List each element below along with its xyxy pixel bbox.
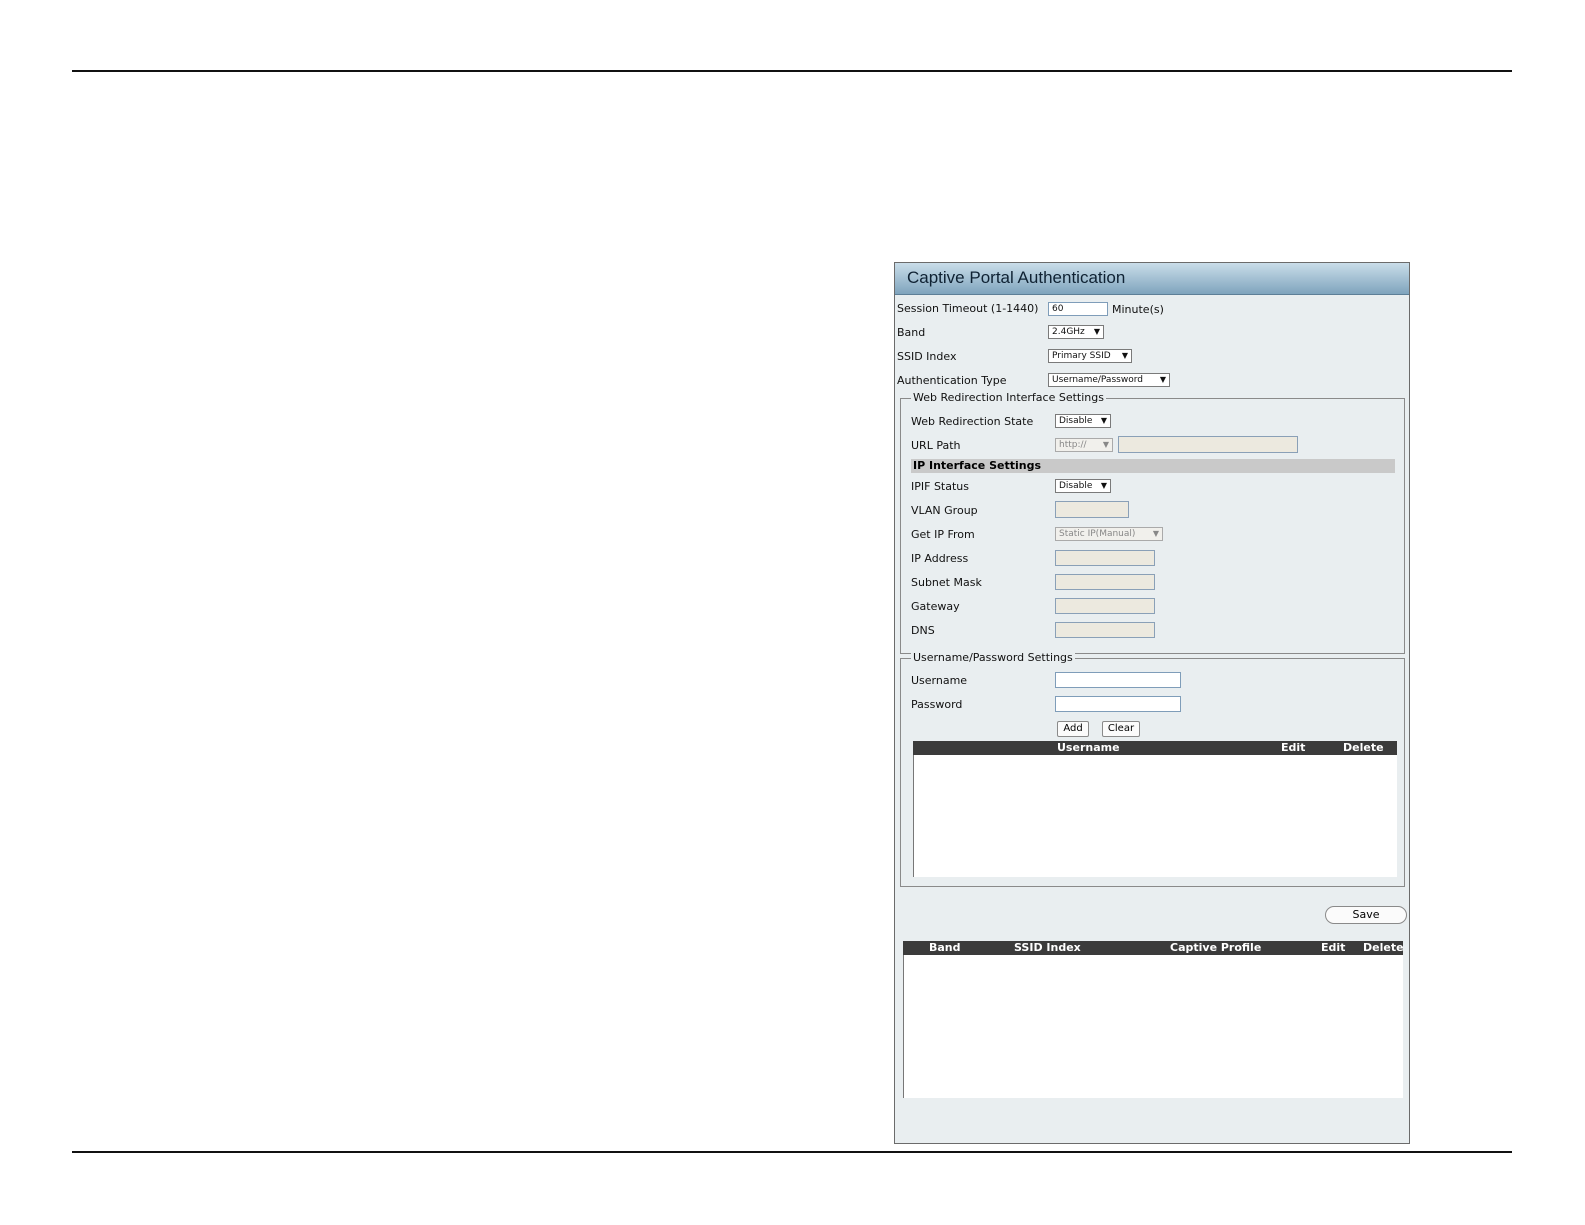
user-table-col-username: Username	[1057, 741, 1120, 754]
session-timeout-label: Session Timeout (1-1440)	[897, 302, 1039, 315]
web-redirection-state-select[interactable]: Disable ▼	[1055, 414, 1111, 428]
band-select-value: 2.4GHz	[1052, 327, 1085, 337]
url-path-label: URL Path	[911, 439, 961, 452]
auth-type-select-value: Username/Password	[1052, 375, 1143, 385]
caret-down-icon: ▼	[1093, 327, 1100, 336]
gateway-label: Gateway	[911, 600, 960, 613]
caret-down-icon: ▼	[1100, 416, 1107, 425]
ssid-index-select[interactable]: Primary SSID ▼	[1048, 349, 1132, 363]
ip-address-label: IP Address	[911, 552, 969, 565]
auth-type-label: Authentication Type	[897, 374, 1007, 387]
add-button[interactable]: Add	[1057, 721, 1089, 737]
vlan-group-label: VLAN Group	[911, 504, 978, 517]
user-table-header: Username Edit Delete	[913, 741, 1397, 755]
bottom-divider	[72, 1151, 1512, 1153]
ipif-status-value: Disable	[1059, 481, 1093, 491]
user-table-body	[913, 755, 1397, 877]
band-select[interactable]: 2.4GHz ▼	[1048, 325, 1104, 339]
url-path-input[interactable]	[1118, 436, 1298, 453]
ip-address-input[interactable]	[1055, 550, 1155, 566]
web-redirection-state-value: Disable	[1059, 416, 1093, 426]
clear-button[interactable]: Clear	[1102, 721, 1140, 737]
profile-table-col-band: Band	[929, 941, 961, 954]
profile-table-col-ssid-index: SSID Index	[1014, 941, 1081, 954]
caret-down-icon: ▼	[1102, 440, 1109, 449]
profile-table-col-edit: Edit	[1321, 941, 1346, 954]
gateway-input[interactable]	[1055, 598, 1155, 614]
dns-input[interactable]	[1055, 622, 1155, 638]
profile-table-col-delete: Delete	[1363, 941, 1404, 954]
username-label: Username	[911, 674, 968, 687]
auth-type-select[interactable]: Username/Password ▼	[1048, 373, 1170, 387]
captive-portal-panel: Captive Portal Authentication Session Ti…	[894, 262, 1410, 1144]
save-button[interactable]: Save	[1325, 906, 1407, 924]
subnet-mask-input[interactable]	[1055, 574, 1155, 590]
username-input[interactable]	[1055, 672, 1181, 688]
get-ip-from-select[interactable]: Static IP(Manual) ▼	[1055, 527, 1163, 541]
session-timeout-input[interactable]: 60	[1048, 302, 1108, 316]
panel-title: Captive Portal Authentication	[895, 263, 1409, 295]
ipif-status-label: IPIF Status	[911, 480, 969, 493]
subnet-mask-label: Subnet Mask	[911, 576, 982, 589]
userpass-fieldset: Username/Password Settings Username Pass…	[900, 651, 1405, 887]
user-table-col-edit: Edit	[1281, 741, 1306, 754]
band-label: Band	[897, 326, 926, 339]
top-divider	[72, 70, 1512, 72]
ssid-index-label: SSID Index	[897, 350, 957, 363]
profile-table-col-captive-profile: Captive Profile	[1170, 941, 1262, 954]
vlan-group-input[interactable]	[1055, 501, 1129, 518]
web-redirection-legend: Web Redirection Interface Settings	[911, 391, 1106, 404]
web-redirection-state-label: Web Redirection State	[911, 415, 1034, 428]
url-scheme-value: http://	[1059, 440, 1087, 450]
caret-down-icon: ▼	[1159, 375, 1166, 384]
ip-interface-settings-heading: IP Interface Settings	[911, 459, 1395, 473]
session-timeout-unit: Minute(s)	[1112, 303, 1164, 316]
profile-table-body	[903, 955, 1403, 1098]
caret-down-icon: ▼	[1121, 351, 1128, 360]
user-table-col-delete: Delete	[1343, 741, 1384, 754]
password-input[interactable]	[1055, 696, 1181, 712]
dns-label: DNS	[911, 624, 935, 637]
get-ip-from-value: Static IP(Manual)	[1059, 529, 1136, 539]
ipif-status-select[interactable]: Disable ▼	[1055, 479, 1111, 493]
password-label: Password	[911, 698, 963, 711]
ssid-index-select-value: Primary SSID	[1052, 351, 1111, 361]
profile-table-header: Band SSID Index Captive Profile Edit Del…	[903, 941, 1404, 955]
caret-down-icon: ▼	[1100, 481, 1107, 490]
userpass-legend: Username/Password Settings	[911, 651, 1075, 664]
url-scheme-select[interactable]: http:// ▼	[1055, 438, 1113, 452]
caret-down-icon: ▼	[1152, 529, 1159, 538]
web-redirection-fieldset: Web Redirection Interface Settings Web R…	[900, 391, 1405, 654]
get-ip-from-label: Get IP From	[911, 528, 975, 541]
